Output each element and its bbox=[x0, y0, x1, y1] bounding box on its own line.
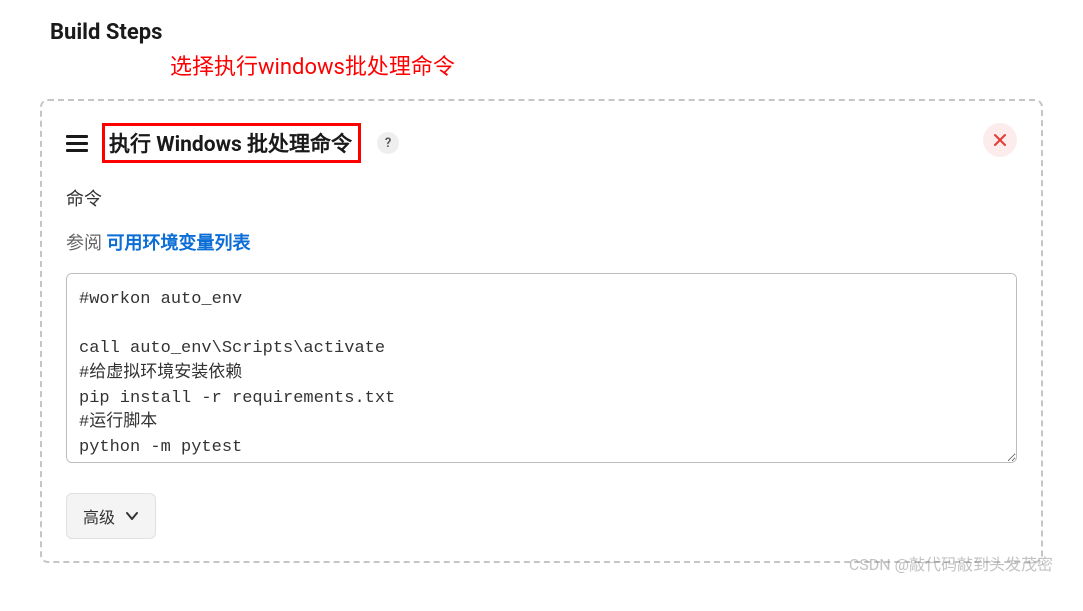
step-title: 执行 Windows 批处理命令 bbox=[109, 128, 352, 158]
command-field-label: 命令 bbox=[66, 185, 1017, 211]
env-vars-link[interactable]: 可用环境变量列表 bbox=[106, 233, 250, 254]
chevron-down-icon bbox=[125, 509, 139, 523]
command-textarea[interactable] bbox=[66, 273, 1017, 463]
build-step-card: 执行 Windows 批处理命令 ? 命令 参阅 可用环境变量列表 高级 bbox=[40, 99, 1043, 563]
card-header: 执行 Windows 批处理命令 ? bbox=[66, 123, 1017, 163]
section-title: Build Steps bbox=[50, 20, 1043, 45]
annotation-text: 选择执行windows批处理命令 bbox=[170, 49, 1043, 81]
see-also-row: 参阅 可用环境变量列表 bbox=[66, 229, 1017, 255]
close-icon bbox=[993, 133, 1007, 147]
drag-handle-icon[interactable] bbox=[66, 135, 88, 152]
help-icon[interactable]: ? bbox=[377, 132, 399, 154]
see-also-prefix: 参阅 bbox=[66, 233, 102, 254]
advanced-button[interactable]: 高级 bbox=[66, 493, 156, 539]
advanced-label: 高级 bbox=[83, 504, 115, 528]
step-title-highlight: 执行 Windows 批处理命令 bbox=[102, 123, 361, 163]
close-button[interactable] bbox=[983, 123, 1017, 157]
